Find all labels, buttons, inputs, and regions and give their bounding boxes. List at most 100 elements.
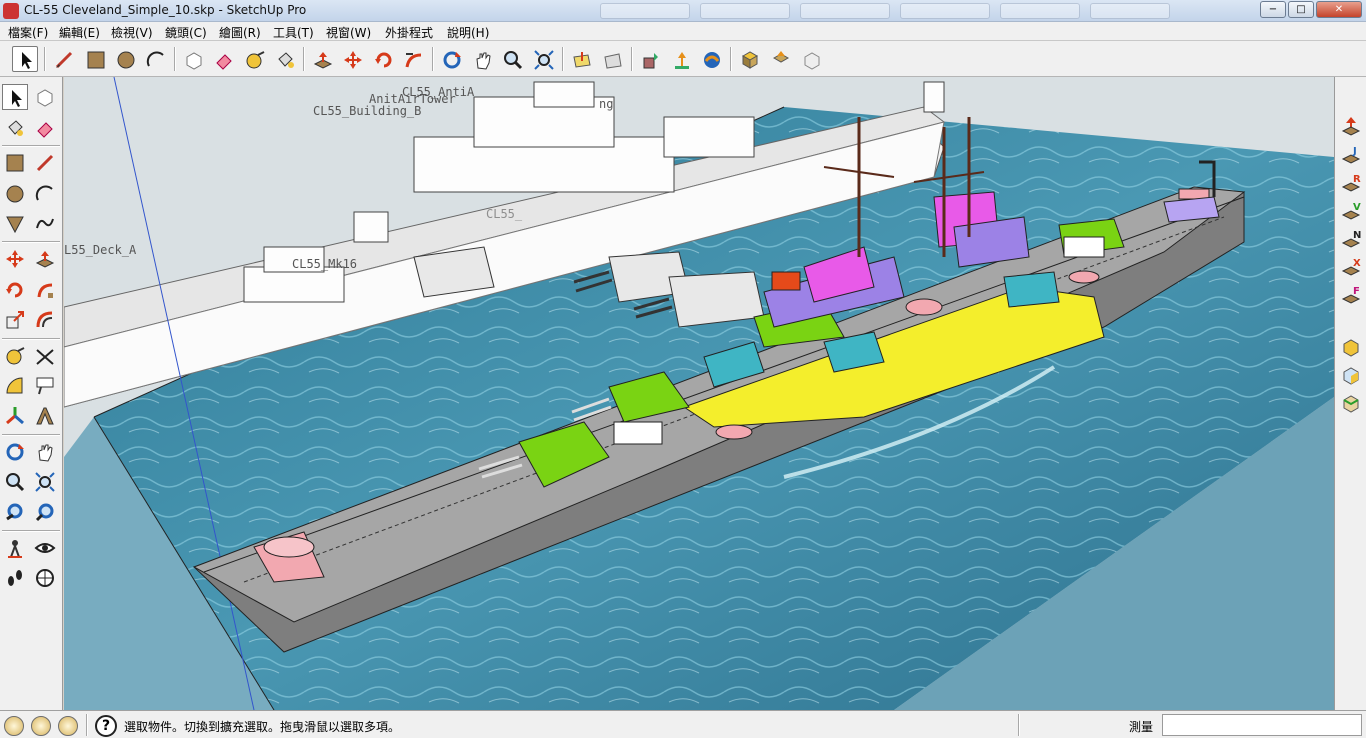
eraser-icon[interactable] [32, 115, 58, 141]
right-toolbar: J R V N X F [1334, 77, 1366, 710]
measurements-input[interactable] [1162, 714, 1362, 736]
letter-x: X [1353, 258, 1361, 269]
orbit-icon[interactable] [2, 439, 28, 465]
menu-help[interactable]: 說明(H) [447, 24, 489, 41]
menu-draw[interactable]: 繪圖(R) [219, 24, 261, 41]
line-icon[interactable] [50, 46, 76, 72]
zoom-window-icon[interactable] [32, 469, 58, 495]
section-plane-icon[interactable] [32, 565, 58, 591]
paint-bucket-icon[interactable] [2, 115, 28, 141]
share-model-icon[interactable] [668, 46, 694, 72]
circle-icon[interactable] [2, 181, 28, 207]
solid-union-icon[interactable] [1338, 391, 1364, 417]
rectangle-icon[interactable] [82, 46, 108, 72]
orbit-icon[interactable] [438, 46, 464, 72]
solid-intersect-icon[interactable] [1338, 363, 1364, 389]
zoom-icon[interactable] [499, 46, 525, 72]
sandbox-from-contours-icon[interactable] [1338, 113, 1364, 139]
position-camera-icon[interactable] [2, 535, 28, 561]
paint-bucket-icon[interactable] [271, 46, 297, 72]
smoove-icon[interactable]: R [1338, 169, 1364, 195]
add-detail-icon[interactable]: X [1338, 253, 1364, 279]
main-toolbar [0, 41, 1366, 77]
rotate-icon[interactable] [370, 46, 396, 72]
scale-icon[interactable] [2, 307, 28, 333]
stamp-icon[interactable]: V [1338, 197, 1364, 223]
offset-icon[interactable] [32, 307, 58, 333]
sandbox-from-scratch-icon[interactable]: J [1338, 141, 1364, 167]
copyright-icon[interactable] [58, 716, 78, 736]
rotate-icon[interactable] [2, 277, 28, 303]
select-icon[interactable] [12, 46, 38, 72]
model-viewport[interactable]: CL55_AntiA AnitAirTower CL55_Building_B … [64, 77, 1334, 710]
zoom-extents-icon[interactable] [530, 46, 556, 72]
zoom-extents-icon[interactable] [32, 499, 58, 525]
credits-icon[interactable] [31, 716, 51, 736]
flip-edge-icon[interactable]: F [1338, 281, 1364, 307]
background-taskbar-item [900, 3, 990, 19]
solid-outer-shell-icon[interactable] [1338, 335, 1364, 361]
palette-separator [2, 338, 60, 340]
menu-edit[interactable]: 編輯(E) [59, 24, 100, 41]
minimize-button[interactable]: − [1260, 1, 1286, 18]
pan-icon[interactable] [469, 46, 495, 72]
dimension-icon[interactable] [32, 343, 58, 369]
arc-icon[interactable] [32, 181, 58, 207]
zoom-icon[interactable] [2, 469, 28, 495]
status-hint-text: 選取物件。切換到擴充選取。拖曳滑鼠以選取多項。 [124, 720, 401, 734]
palette-separator [2, 241, 60, 243]
background-taskbar-item [1000, 3, 1080, 19]
menu-window[interactable]: 視窗(W) [326, 24, 371, 41]
follow-me-icon[interactable] [32, 277, 58, 303]
background-taskbar-item [800, 3, 890, 19]
circle-icon[interactable] [112, 46, 138, 72]
menu-tools[interactable]: 工具(T) [273, 24, 314, 41]
label-building-partial: ng [599, 97, 614, 111]
make-component-icon[interactable] [32, 84, 58, 110]
drape-icon[interactable]: N [1338, 225, 1364, 251]
3d-text-icon[interactable] [32, 403, 58, 429]
menu-file[interactable]: 檔案(F) [8, 24, 48, 41]
geo-location-icon[interactable] [4, 716, 24, 736]
pan-icon[interactable] [32, 439, 58, 465]
component-library-icon[interactable] [736, 46, 762, 72]
tape-measure-icon[interactable] [241, 46, 267, 72]
upload-icon[interactable] [767, 46, 793, 72]
maximize-button[interactable]: □ [1288, 1, 1314, 18]
add-location-icon[interactable] [568, 46, 594, 72]
toolbar-separator [44, 47, 46, 71]
axes-icon[interactable] [2, 403, 28, 429]
instructor-help-icon[interactable]: ? [95, 715, 117, 737]
menu-view[interactable]: 檢視(V) [111, 24, 153, 41]
letter-v: V [1353, 202, 1361, 213]
polygon-icon[interactable] [2, 211, 28, 237]
previous-view-icon[interactable] [2, 499, 28, 525]
import-icon[interactable] [798, 46, 824, 72]
look-around-icon[interactable] [32, 535, 58, 561]
menu-plugins[interactable]: 外掛程式 [385, 24, 433, 41]
move-icon[interactable] [339, 46, 365, 72]
arc-icon[interactable] [142, 46, 168, 72]
label-cl55-mk16: CL55_Mk16 [292, 257, 358, 271]
rectangle-icon[interactable] [2, 150, 28, 176]
menu-camera[interactable]: 鏡頭(C) [165, 24, 207, 41]
get-models-icon[interactable] [637, 46, 663, 72]
follow-me-icon[interactable] [400, 46, 426, 72]
eraser-icon[interactable] [210, 46, 236, 72]
line-icon[interactable] [32, 150, 58, 176]
text-icon[interactable] [32, 373, 58, 399]
protractor-icon[interactable] [2, 373, 28, 399]
extension-warehouse-icon[interactable] [698, 46, 724, 72]
make-component-icon[interactable] [180, 46, 206, 72]
push-pull-icon[interactable] [32, 246, 58, 272]
ship-model-scene[interactable] [64, 77, 1334, 710]
select-icon[interactable] [2, 84, 28, 110]
tape-measure-icon[interactable] [2, 343, 28, 369]
freehand-icon[interactable] [32, 211, 58, 237]
toggle-terrain-icon[interactable] [599, 46, 625, 72]
push-pull-icon[interactable] [309, 46, 335, 72]
close-button[interactable]: ✕ [1316, 1, 1362, 18]
walk-icon[interactable] [2, 565, 28, 591]
letter-r: R [1353, 174, 1361, 185]
move-icon[interactable] [2, 246, 28, 272]
